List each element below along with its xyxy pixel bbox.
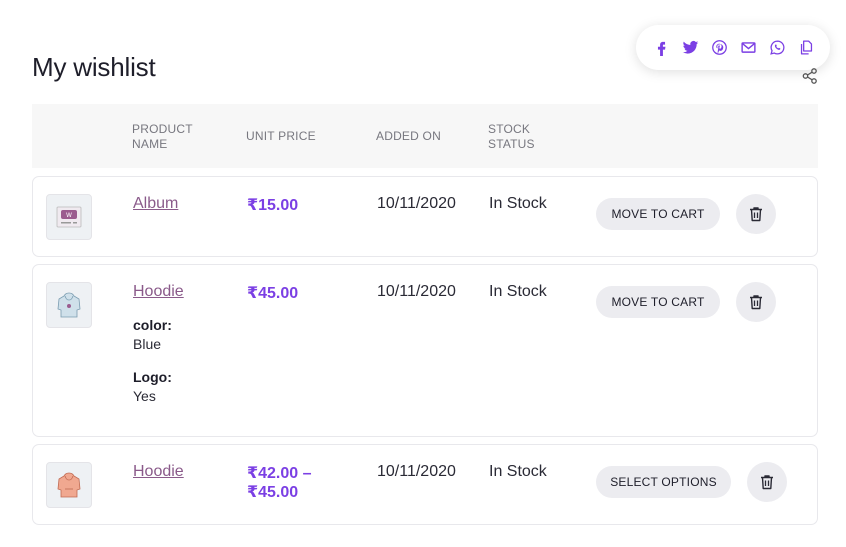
header-stock-status: STOCK STATUS [488, 122, 535, 151]
remove-item-button[interactable] [736, 282, 776, 322]
pinterest-icon[interactable] [709, 38, 729, 58]
attribute-label: Logo: [133, 369, 172, 385]
svg-text:W: W [66, 212, 72, 219]
added-on-date: 10/11/2020 [377, 463, 456, 480]
remove-item-button[interactable] [736, 194, 776, 234]
table-row: Hoodie color: Blue Logo: Yes ₹45.00 10/1… [32, 264, 818, 437]
attribute-value: Yes [133, 388, 156, 404]
trash-icon [750, 295, 762, 310]
share-icon[interactable] [802, 68, 818, 84]
table-row: W Album ₹15.00 10/11/2020 In Stock MOVE … [32, 176, 818, 257]
email-icon[interactable] [738, 38, 758, 58]
product-name-link[interactable]: Album [133, 195, 178, 213]
whatsapp-icon[interactable] [767, 38, 787, 58]
price-range-min: ₹42.00 – [247, 465, 312, 482]
move-to-cart-button[interactable]: MOVE TO CART [596, 286, 720, 318]
select-options-button[interactable]: SELECT OPTIONS [596, 466, 731, 498]
move-to-cart-button[interactable]: MOVE TO CART [596, 198, 720, 230]
added-on-date: 10/11/2020 [377, 195, 456, 212]
unit-price: ₹15.00 [247, 197, 299, 214]
product-name-link[interactable]: Hoodie [133, 463, 184, 481]
album-thumbnail[interactable]: W [46, 194, 92, 240]
attribute-label: color: [133, 317, 172, 333]
hoodie-thumbnail[interactable] [46, 282, 92, 328]
hoodie-thumbnail[interactable] [46, 462, 92, 508]
product-name-link[interactable]: Hoodie [133, 283, 184, 301]
stock-status: In Stock [489, 195, 547, 212]
added-on-date: 10/11/2020 [377, 283, 456, 300]
stock-status: In Stock [489, 283, 547, 300]
share-popup [636, 25, 830, 70]
header-added-on: ADDED ON [376, 129, 441, 143]
stock-status: In Stock [489, 463, 547, 480]
trash-icon [761, 475, 773, 490]
attribute-value: Blue [133, 336, 162, 352]
remove-item-button[interactable] [747, 462, 787, 502]
header-product-name: PRODUCT NAME [132, 122, 193, 151]
table-row: Hoodie ₹42.00 – ₹45.00 10/11/2020 In Sto… [32, 444, 818, 525]
unit-price: ₹45.00 [247, 285, 299, 302]
price-range-max: ₹45.00 [247, 484, 299, 501]
copy-link-icon[interactable] [796, 38, 816, 58]
twitter-icon[interactable] [680, 38, 700, 58]
trash-icon [750, 207, 762, 222]
table-header: PRODUCT NAME UNIT PRICE ADDED ON STOCK S… [32, 104, 818, 168]
unit-price: ₹42.00 – ₹45.00 [247, 464, 312, 502]
facebook-icon[interactable] [651, 38, 671, 58]
header-unit-price: UNIT PRICE [246, 129, 316, 143]
page-title: My wishlist [32, 52, 156, 82]
